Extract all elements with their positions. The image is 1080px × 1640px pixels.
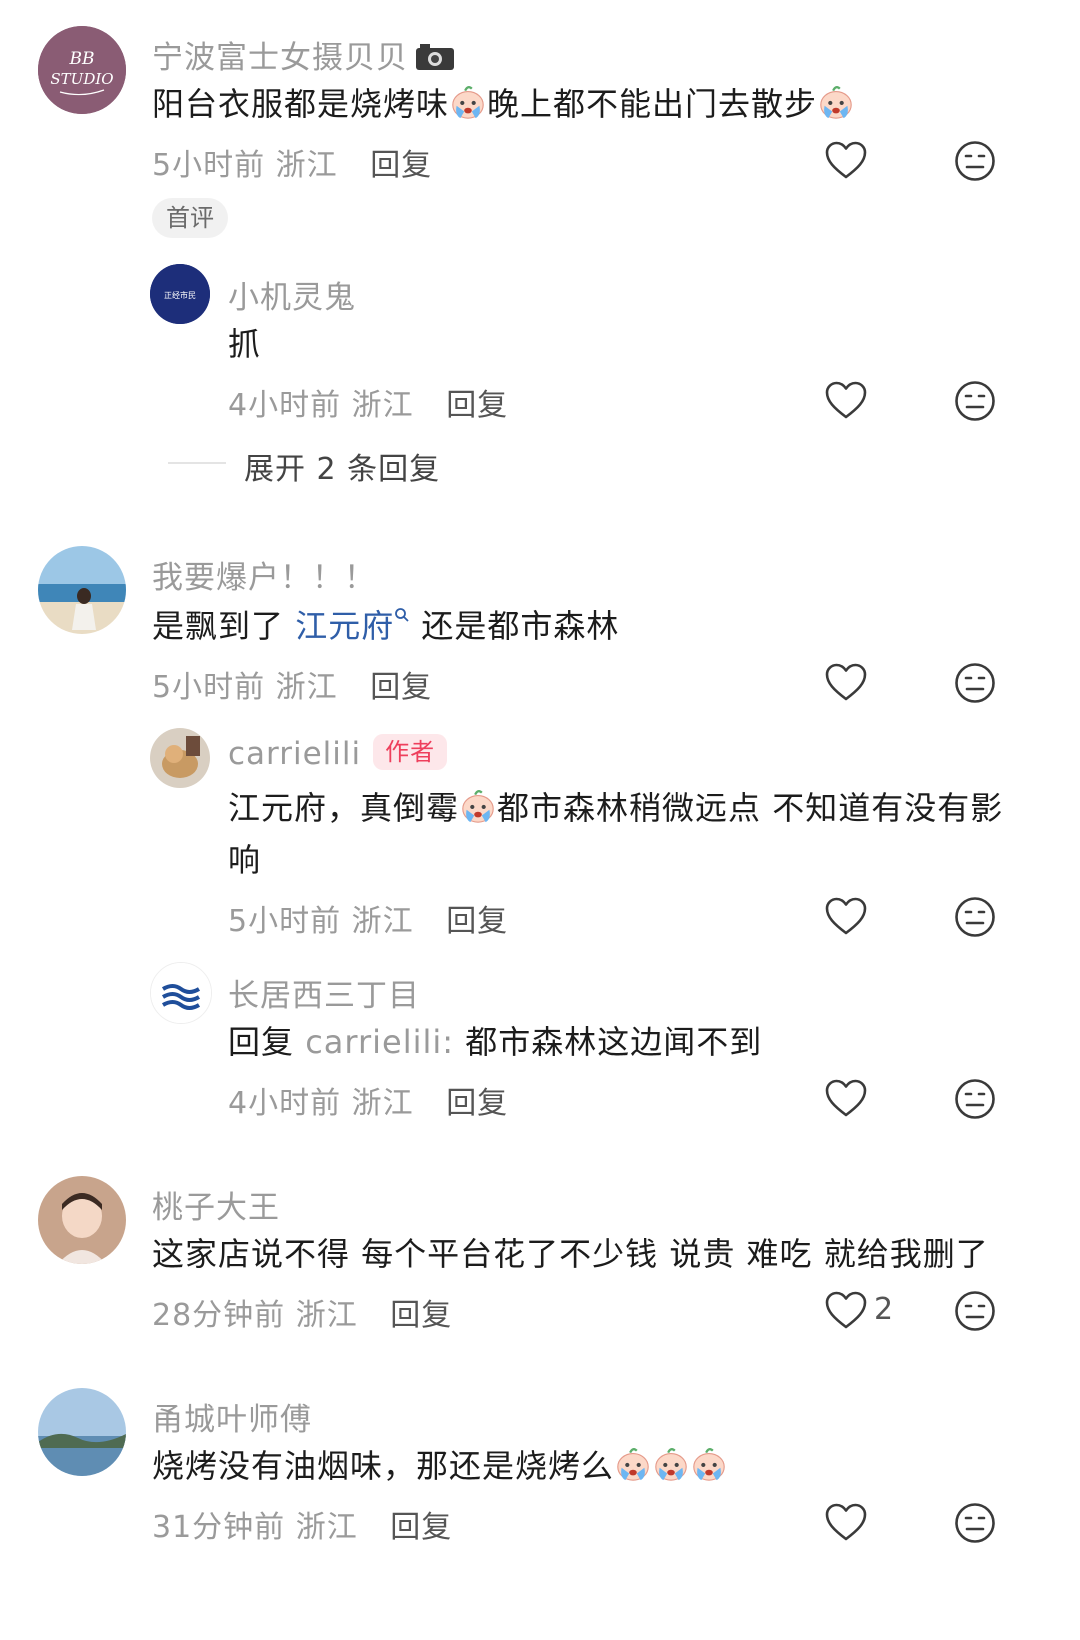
avatar[interactable]: 正经市民 (150, 264, 210, 324)
divider (168, 462, 226, 464)
username[interactable]: 小机灵鬼 (228, 272, 356, 317)
svg-text:正经市民: 正经市民 (164, 290, 196, 300)
heart-outline-icon[interactable] (824, 662, 868, 702)
crying-emoji-icon (614, 1445, 652, 1483)
comment-text: 抓 (228, 325, 262, 363)
comment-meta: 4小时前 浙江 回复 (228, 388, 509, 423)
avatar-image (150, 728, 210, 788)
crying-emoji-icon (817, 83, 855, 121)
neutral-face-icon[interactable] (954, 662, 996, 704)
heart-outline-icon[interactable] (824, 380, 868, 420)
avatar[interactable] (38, 1176, 126, 1264)
author-badge: 作者 (373, 734, 448, 770)
username[interactable]: carrielili 作者 (228, 734, 448, 772)
crying-emoji-icon (690, 1445, 728, 1483)
comment-text: 这家店说不得 每个平台花了不少钱 说贵 难吃 就给我删了 (152, 1235, 989, 1273)
comment-meta: 5小时前 浙江 回复 (152, 670, 433, 705)
wave-logo-icon (151, 963, 211, 1023)
comment-meta: 5小时前 浙江 回复 (228, 904, 509, 939)
like-count: 2 (874, 1292, 894, 1327)
heart-outline-icon[interactable] (824, 1290, 868, 1330)
svg-text:BB: BB (69, 49, 95, 69)
avatar-image: 正经市民 (150, 264, 210, 324)
camera-icon (416, 44, 454, 70)
comment-text: 江元府，真倒霉 都市森林稍微远点 不知道有没有影 (228, 787, 1004, 827)
avatar[interactable]: BB STUDIO (38, 26, 126, 114)
neutral-face-icon[interactable] (954, 1502, 996, 1544)
comment-text: 是飘到了 江元府 还是都市森林 (152, 607, 620, 645)
crying-emoji-icon (449, 83, 487, 121)
comment-text: 回复 carrielili: 都市森林这边闻不到 (228, 1023, 763, 1061)
heart-outline-icon[interactable] (824, 1078, 868, 1118)
search-link[interactable]: 江元府 (295, 607, 410, 645)
comment-text-line2: 响 (228, 841, 262, 879)
neutral-face-icon[interactable] (954, 896, 996, 938)
reply-button[interactable]: 回复 (370, 148, 432, 183)
heart-outline-icon[interactable] (824, 140, 868, 180)
first-comment-badge: 首评 (152, 198, 228, 238)
search-icon (395, 608, 409, 622)
username[interactable]: 宁波富士女摄贝贝 (152, 32, 456, 77)
neutral-face-icon[interactable] (954, 1078, 996, 1120)
reply-button[interactable]: 回复 (446, 1086, 508, 1121)
reply-button[interactable]: 回复 (446, 904, 508, 939)
avatar[interactable] (38, 546, 126, 634)
svg-text:STUDIO: STUDIO (50, 70, 113, 88)
avatar[interactable] (38, 1388, 126, 1476)
crying-emoji-icon (459, 787, 497, 825)
username[interactable]: 桃子大王 (152, 1182, 280, 1227)
heart-outline-icon[interactable] (824, 896, 868, 936)
comment-meta: 28分钟前 浙江 回复 (152, 1298, 453, 1333)
avatar[interactable] (150, 728, 210, 788)
bb-studio-logo-icon: BB STUDIO (38, 26, 126, 114)
avatar-image (38, 1176, 126, 1264)
username[interactable]: 长居西三丁目 (228, 970, 420, 1015)
avatar-image (38, 1388, 126, 1476)
reply-button[interactable]: 回复 (446, 388, 508, 423)
username[interactable]: 我要爆户！！！ (152, 552, 376, 597)
avatar-image (38, 546, 126, 634)
comment-meta: 5小时前 浙江 回复 (152, 148, 433, 183)
reply-button[interactable]: 回复 (390, 1510, 452, 1545)
reply-button[interactable]: 回复 (390, 1298, 452, 1333)
crying-emoji-icon (652, 1445, 690, 1483)
heart-outline-icon[interactable] (824, 1502, 868, 1542)
avatar[interactable] (150, 962, 212, 1024)
comment-meta: 4小时前 浙江 回复 (228, 1086, 509, 1121)
reply-button[interactable]: 回复 (370, 670, 432, 705)
comment-text: 阳台衣服都是烧烤味 晚上都不能出门去散步 (152, 78, 855, 130)
expand-replies-button[interactable]: 展开 2 条回复 (244, 444, 440, 488)
neutral-face-icon[interactable] (954, 1290, 996, 1332)
comment-text: 烧烤没有油烟味，那还是烧烤么 (152, 1440, 728, 1492)
neutral-face-icon[interactable] (954, 380, 996, 422)
username[interactable]: 甬城叶师傅 (152, 1394, 312, 1439)
neutral-face-icon[interactable] (954, 140, 996, 182)
comment-meta: 31分钟前 浙江 回复 (152, 1510, 453, 1545)
reply-to-username[interactable]: carrielili: (305, 1023, 454, 1061)
